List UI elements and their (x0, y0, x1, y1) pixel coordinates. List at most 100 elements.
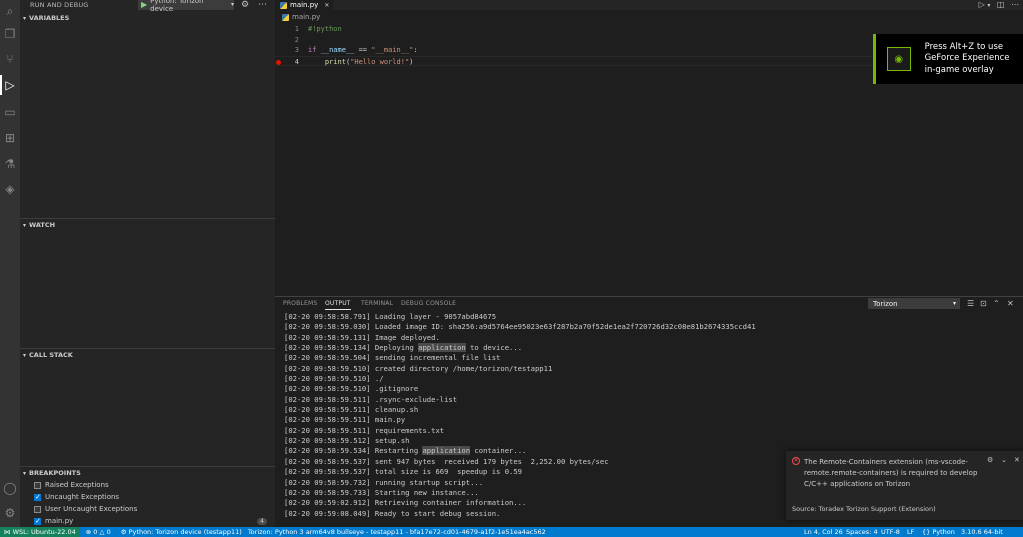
more-icon[interactable]: ⋯ (258, 0, 267, 10)
end-of-line[interactable]: LF (907, 527, 914, 537)
python-interpreter[interactable]: 3.10.6 64-bit (961, 527, 1003, 537)
breakpoints-header[interactable]: ▾ BREAKPOINTS (20, 467, 275, 479)
line-number: 2 (294, 35, 299, 44)
chevron-down-icon: ▾ (23, 351, 27, 359)
output-text: [02-20 09:58:58.791] Loading layer - 905… (284, 312, 497, 321)
output-text: [02-20 09:58:59.510] .gitignore (284, 384, 419, 394)
output-channel-select[interactable]: Torizon ▾ (868, 298, 960, 309)
remote-explorer-icon[interactable]: ▭ (2, 104, 18, 120)
output-line: [02-20 09:58:59.512] setup.sh (284, 436, 756, 446)
chevron-down-icon[interactable]: ▾ (987, 2, 990, 9)
watch-section: ▾ WATCH (20, 218, 275, 231)
run-config-dropdown[interactable]: ▶ Python: Torizon device ▾ (138, 0, 234, 13)
gear-icon[interactable]: ⚙ (2, 505, 18, 521)
code-comment: #!python (308, 25, 342, 33)
testing-icon[interactable]: ⚗ (2, 156, 18, 172)
search-highlight: application (418, 343, 466, 353)
tab-terminal[interactable]: TERMINAL (361, 300, 393, 307)
python-file-icon (280, 1, 287, 9)
lock-icon[interactable]: ⊡ (980, 299, 987, 308)
breadcrumb[interactable]: main.py (282, 13, 320, 21)
output-line: [02-20 09:58:59.537] total size is 669 s… (284, 467, 756, 477)
problems-status[interactable]: ⊗ 0 △ 0 (86, 528, 111, 536)
output-text: [02-20 09:58:59.733] Starting new instan… (284, 487, 479, 497)
gear-icon[interactable]: ⚙ (987, 456, 993, 464)
language-label: Python (932, 528, 955, 536)
account-icon[interactable]: ◯ (2, 480, 18, 496)
indentation[interactable]: Spaces: 4 (846, 527, 878, 537)
tab-debug-console[interactable]: DEBUG CONSOLE (401, 300, 456, 307)
explorer-icon[interactable]: ❐ (2, 26, 18, 42)
gear-icon[interactable]: ⚙ (241, 0, 249, 10)
editor-tabs: main.py ✕ ▷ ▾ ◫ ⋯ (275, 0, 1023, 10)
panel-tabs: PROBLEMS OUTPUT TERMINAL DEBUG CONSOLE T… (275, 297, 1023, 311)
error-icon: ⊗ (85, 528, 92, 536)
output-line: [02-20 09:58:59.537] sent 947 bytes rece… (284, 457, 756, 467)
line-number: 1 (294, 25, 299, 33)
output-line: [02-20 09:59:02.912] Retrieving containe… (284, 498, 756, 508)
checkbox[interactable] (34, 481, 41, 489)
breakpoint-uncaught-exceptions[interactable]: Uncaught Exceptions (20, 491, 275, 503)
output-line: [02-20 09:58:59.030] Loaded image ID: sh… (284, 322, 756, 332)
overlay-message: Press Alt+Z to use GeForce Experience in… (924, 41, 1010, 75)
close-icon[interactable]: ✕ (324, 2, 329, 9)
close-icon[interactable]: ✕ (1007, 299, 1014, 308)
close-icon[interactable]: ✕ (1014, 456, 1020, 464)
language-mode[interactable]: {} Python (922, 527, 955, 537)
search-icon[interactable]: ⌕ (2, 3, 18, 19)
checkbox[interactable] (34, 493, 41, 501)
error-icon: ✕ (792, 457, 800, 465)
output-line: [02-20 09:58:59.733] Starting new instan… (284, 488, 756, 498)
torizon-status[interactable]: Torizon: Python 3 arm64v8 bullseye - tes… (248, 528, 546, 536)
checkbox[interactable] (34, 517, 41, 525)
chevron-down-icon: ▾ (230, 1, 234, 8)
more-icon[interactable]: ⋯ (1011, 0, 1019, 9)
notification-toast: ✕ The Remote-Containers extension (ms-vs… (786, 451, 1023, 520)
output-text: [02-20 09:58:59.510] created directory /… (284, 363, 553, 373)
chevron-down-icon[interactable]: ⌄ (1001, 456, 1007, 464)
variables-header[interactable]: ▾ VARIABLES (20, 12, 275, 24)
extensions-icon[interactable]: ⊞ (2, 130, 18, 146)
output-line: [02-20 09:58:59.510] ./ (284, 374, 756, 384)
cursor-position[interactable]: Ln 4, Col 26 (804, 527, 843, 537)
chevron-down-icon: ▾ (23, 221, 27, 229)
tab-problems[interactable]: PROBLEMS (283, 300, 317, 307)
call-stack-header[interactable]: ▾ CALL STACK (20, 349, 275, 361)
checkbox[interactable] (34, 505, 41, 513)
code-keyword: if (308, 46, 317, 54)
activity-bar: ⌕ ❐ ⑂ ▷ ▭ ⊞ ⚗ ◈ ◯ ⚙ (0, 0, 20, 527)
tab-main-py[interactable]: main.py ✕ (275, 0, 333, 10)
call-stack-title: CALL STACK (29, 351, 73, 359)
clear-output-icon[interactable]: ☰ (967, 299, 974, 308)
warning-count: 0 (106, 528, 111, 536)
tab-output[interactable]: OUTPUT (325, 300, 351, 310)
breakpoint-raised-exceptions[interactable]: Raised Exceptions (20, 479, 275, 491)
accent-bar (873, 34, 876, 84)
run-file-icon[interactable]: ▷ (979, 0, 985, 9)
output-text: [02-20 09:58:59.732] running startup scr… (284, 477, 484, 487)
breakpoint-user-uncaught-exceptions[interactable]: User Uncaught Exceptions (20, 503, 275, 515)
split-editor-icon[interactable]: ◫ (997, 0, 1005, 9)
nvidia-logo-icon: ◉ (886, 47, 911, 71)
line-number: 4 (294, 57, 299, 66)
run-debug-icon[interactable]: ▷ (0, 75, 18, 95)
call-stack-section: ▾ CALL STACK (20, 348, 275, 361)
torizon-icon[interactable]: ◈ (2, 181, 18, 197)
play-icon[interactable]: ▶ (141, 0, 147, 9)
breadcrumb-file: main.py (292, 13, 321, 21)
output-text: [02-20 09:58:59.511] cleanup.sh (284, 405, 419, 415)
output-log[interactable]: [02-20 09:58:58.791] Loading layer - 905… (284, 312, 756, 519)
remote-label: WSL: Ubuntu-22.04 (12, 528, 76, 536)
watch-header[interactable]: ▾ WATCH (20, 219, 275, 231)
debug-config-status[interactable]: ⚙ Python: Torizon device (testapp11) (121, 528, 242, 536)
breakpoint-main-py[interactable]: main.py 4 (20, 515, 275, 527)
output-line: [02-20 09:58:59.510] created directory /… (284, 364, 756, 374)
geforce-overlay-toast: ◉ Press Alt+Z to use GeForce Experience … (873, 34, 1023, 84)
source-control-icon[interactable]: ⑂ (2, 51, 18, 67)
output-text: [02-20 09:58:59.537] sent 947 bytes rece… (284, 456, 609, 466)
remote-indicator[interactable]: ⋈ WSL: Ubuntu-22.04 (0, 527, 80, 537)
maximize-panel-icon[interactable]: ⌃ (993, 299, 1000, 308)
debug-config-label: Python: Torizon device (testapp11) (128, 528, 242, 536)
breakpoints-title: BREAKPOINTS (29, 469, 81, 477)
encoding[interactable]: UTF-8 (881, 527, 900, 537)
